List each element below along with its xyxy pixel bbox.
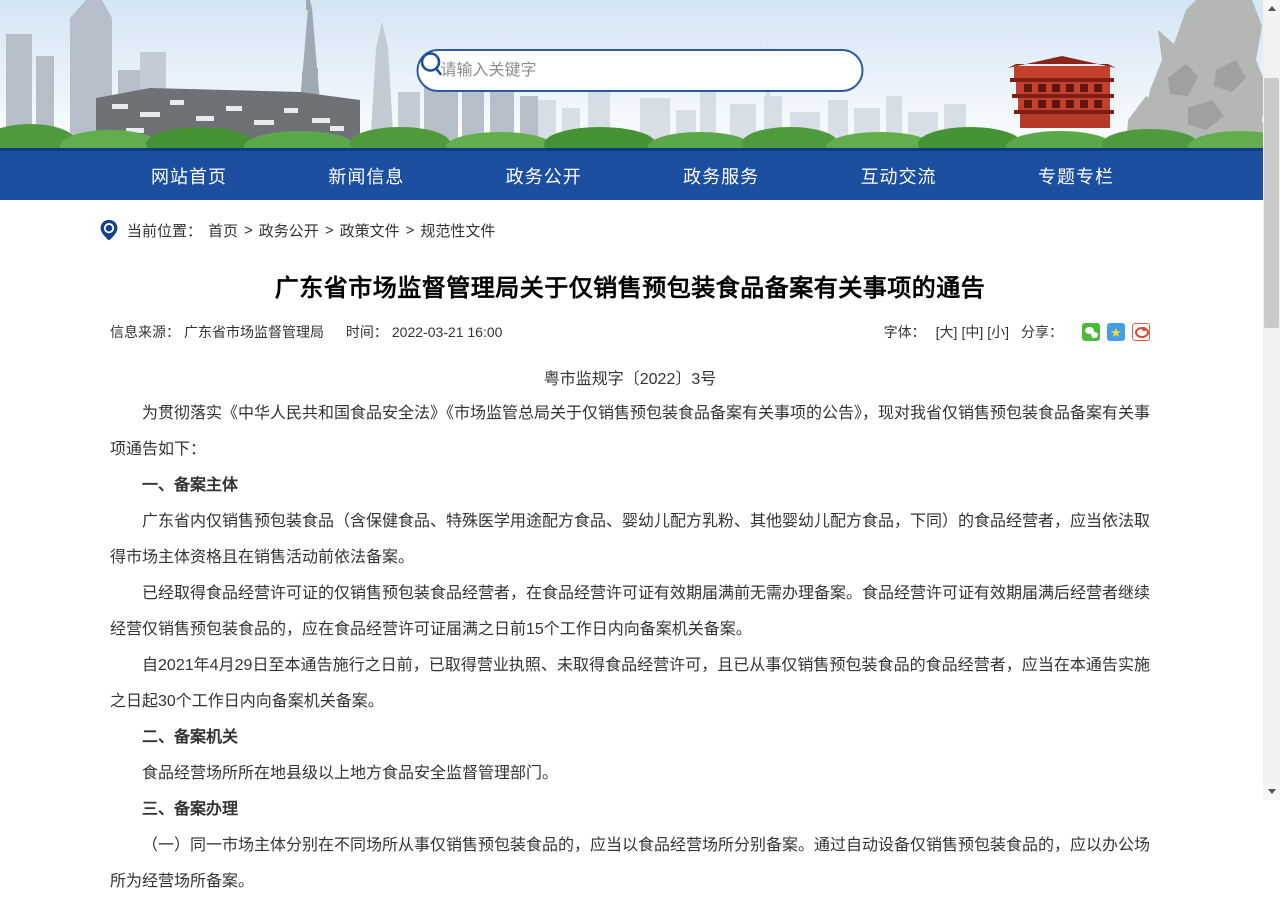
share-label: 分享： — [1021, 322, 1063, 342]
time-label: 时间： — [346, 324, 388, 340]
nav-item-gov-service[interactable]: 政务服务 — [677, 162, 765, 190]
nav-item-interaction[interactable]: 互动交流 — [855, 162, 943, 190]
search-input[interactable] — [419, 51, 822, 90]
source-label: 信息来源： — [110, 324, 180, 340]
breadcrumb-item-gov-info[interactable]: 政务公开 — [259, 220, 319, 241]
font-size-medium-button[interactable]: [中] — [959, 322, 985, 342]
article-meta-right: 字体： [大] [中] [小] 分享： ★ — [884, 322, 1150, 342]
main-navbar: 网站首页 新闻信息 政务公开 政务服务 互动交流 专题专栏 — [0, 148, 1280, 200]
page-title: 广东省市场监督管理局关于仅销售预包装食品备案有关事项的通告 — [110, 268, 1150, 303]
breadcrumb: 当前位置： 首页 > 政务公开 > 政策文件 > 规范性文件 — [98, 219, 1150, 241]
scrollbar-down-arrow[interactable] — [1263, 783, 1280, 800]
location-pin-icon — [98, 219, 120, 241]
section-heading-2: 二、备案机关 — [110, 720, 1150, 756]
section-heading-1: 一、备案主体 — [110, 468, 1150, 504]
article-body: 为贯彻落实《中华人民共和国食品安全法》《市场监管总局关于仅销售预包装食品备案有关… — [110, 396, 1150, 900]
font-size-label: 字体： — [884, 322, 926, 342]
breadcrumb-separator: > — [406, 222, 415, 239]
paragraph: 已经取得食品经营许可证的仅销售预包装食品经营者，在食品经营许可证有效期届满前无需… — [110, 576, 1150, 648]
scrollbar-up-arrow[interactable] — [1263, 0, 1280, 17]
article-meta: 信息来源：广东省市场监督管理局 时间：2022-03-21 16:00 字体： … — [110, 322, 1150, 342]
nav-item-home[interactable]: 网站首页 — [145, 162, 233, 190]
share-qzone-icon[interactable]: ★ — [1107, 323, 1125, 341]
paragraph: 为贯彻落实《中华人民共和国食品安全法》《市场监管总局关于仅销售预包装食品备案有关… — [110, 396, 1150, 468]
breadcrumb-item-normative-docs[interactable]: 规范性文件 — [420, 220, 495, 241]
header-banner — [0, 0, 1280, 148]
share-wechat-icon[interactable] — [1082, 323, 1100, 341]
nav-item-topics[interactable]: 专题专栏 — [1032, 162, 1120, 190]
nav-item-gov-info[interactable]: 政务公开 — [500, 162, 588, 190]
section-heading-3: 三、备案办理 — [110, 792, 1150, 828]
scrollbar-thumb[interactable] — [1264, 78, 1279, 328]
breadcrumb-item-policy-docs[interactable]: 政策文件 — [340, 220, 400, 241]
main-content: 当前位置： 首页 > 政务公开 > 政策文件 > 规范性文件 广东省市场监督管理… — [0, 219, 1280, 900]
search-icon[interactable] — [822, 53, 858, 89]
font-size-large-button[interactable]: [大] — [934, 322, 960, 342]
breadcrumb-label: 当前位置： — [127, 220, 202, 241]
share-weibo-icon[interactable] — [1132, 323, 1150, 341]
article-meta-left: 信息来源：广东省市场监督管理局 时间：2022-03-21 16:00 — [110, 322, 506, 342]
source-value: 广东省市场监督管理局 — [184, 324, 324, 340]
search-box — [417, 49, 864, 92]
time-value: 2022-03-21 16:00 — [392, 324, 503, 340]
breadcrumb-separator: > — [325, 222, 334, 239]
share-icons: ★ — [1075, 323, 1150, 341]
breadcrumb-item-home[interactable]: 首页 — [208, 220, 238, 241]
paragraph: 广东省内仅销售预包装食品（含保健食品、特殊医学用途配方食品、婴幼儿配方乳粉、其他… — [110, 504, 1150, 576]
document-number: 粤市监规字〔2022〕3号 — [110, 365, 1150, 389]
breadcrumb-separator: > — [244, 222, 253, 239]
paragraph: （一）同一市场主体分别在不同场所从事仅销售预包装食品的，应当以食品经营场所分别备… — [110, 828, 1150, 900]
font-size-small-button[interactable]: [小] — [985, 322, 1011, 342]
paragraph: 自2021年4月29日至本通告施行之日前，已取得营业执照、未取得食品经营许可，且… — [110, 648, 1150, 720]
nav-item-news[interactable]: 新闻信息 — [322, 162, 410, 190]
scrollbar[interactable] — [1263, 0, 1280, 800]
paragraph: 食品经营场所所在地县级以上地方食品安全监督管理部门。 — [110, 756, 1150, 792]
